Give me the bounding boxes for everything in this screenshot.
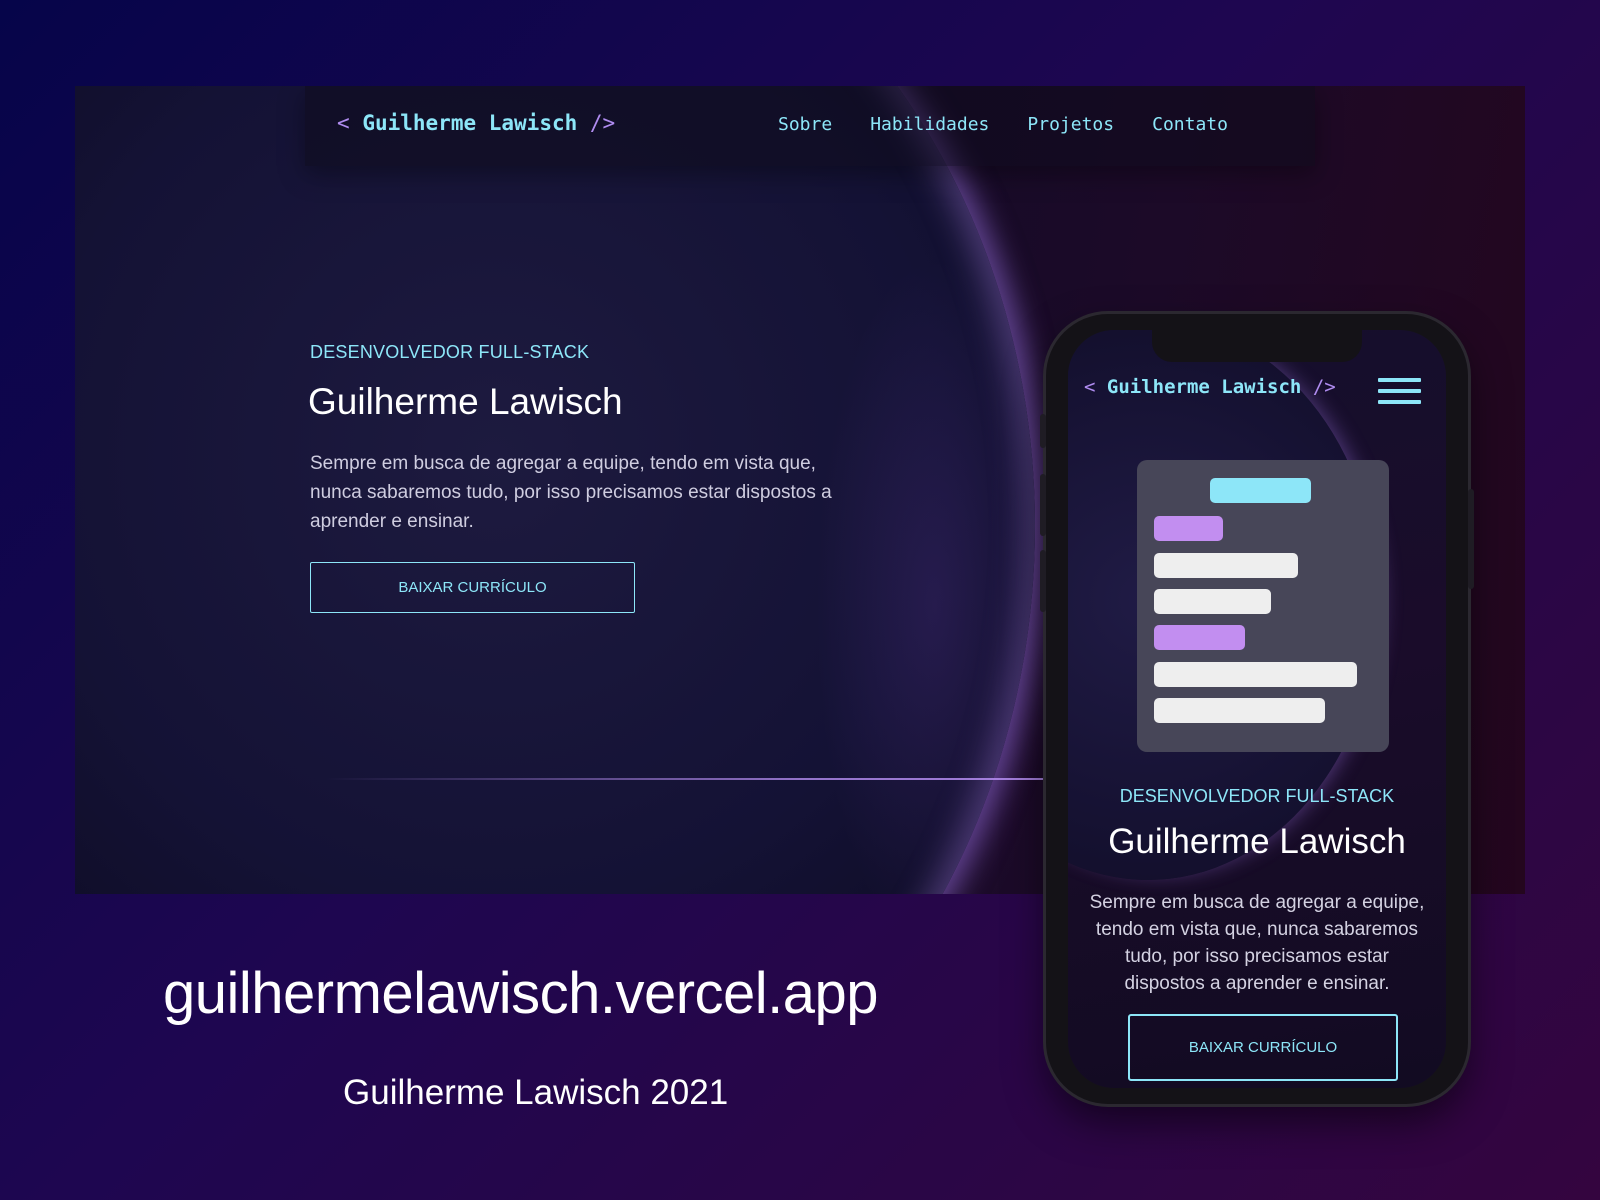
desktop-nav: Sobre Habilidades Projetos Contato bbox=[778, 114, 1266, 135]
logo-open-bracket: < bbox=[337, 111, 350, 135]
hero-title: Guilherme Lawisch bbox=[308, 381, 623, 422]
mobile-hero-title: Guilherme Lawisch bbox=[1108, 822, 1406, 861]
footer-credit: Guilherme Lawisch 2021 bbox=[343, 1073, 729, 1112]
hero-description: Sempre em busca de agregar a equipe, ten… bbox=[310, 453, 832, 532]
hamburger-icon[interactable] bbox=[1378, 378, 1421, 410]
phone-mute-switch bbox=[1040, 414, 1046, 448]
site-url: guilhermelawisch.vercel.app bbox=[163, 961, 879, 1026]
code-line bbox=[1154, 589, 1271, 614]
logo-name: Guilherme Lawisch bbox=[362, 111, 578, 135]
code-illustration bbox=[1137, 460, 1389, 752]
desktop-logo[interactable]: < Guilherme Lawisch /> bbox=[337, 111, 615, 135]
code-line bbox=[1154, 662, 1357, 687]
code-line-cyan bbox=[1210, 478, 1311, 503]
code-line bbox=[1154, 698, 1325, 723]
logo-close-bracket: /> bbox=[589, 111, 616, 135]
mobile-hero-subtitle: DESENVOLVEDOR FULL-STACK bbox=[1119, 786, 1395, 806]
planet-glow bbox=[815, 256, 1055, 894]
nav-link-contato[interactable]: Contato bbox=[1152, 114, 1228, 135]
mobile-download-resume-button[interactable]: BAIXAR CURRÍCULO bbox=[1128, 1014, 1398, 1081]
mobile-hero-description: Sempre em busca de agregar a equipe, ten… bbox=[1089, 892, 1425, 994]
nav-link-habilidades[interactable]: Habilidades bbox=[870, 114, 989, 135]
phone-power-button bbox=[1468, 489, 1474, 589]
hero-subtitle: DESENVOLVEDOR FULL-STACK bbox=[310, 342, 590, 362]
nav-link-projetos[interactable]: Projetos bbox=[1027, 114, 1114, 135]
code-line-purple bbox=[1154, 516, 1223, 541]
phone-notch bbox=[1152, 330, 1362, 362]
phone-volume-up bbox=[1040, 474, 1046, 536]
divider-line bbox=[325, 778, 1125, 780]
mobile-logo[interactable]: < Guilherme Lawisch /> bbox=[1084, 376, 1336, 398]
phone-mockup: < Guilherme Lawisch /> DESENVOLVEDOR FUL… bbox=[1040, 314, 1474, 1104]
phone-volume-down bbox=[1040, 550, 1046, 612]
mobile-logo-open-bracket: < bbox=[1084, 376, 1096, 398]
phone-screen: < Guilherme Lawisch /> DESENVOLVEDOR FUL… bbox=[1068, 330, 1446, 1088]
mobile-logo-name: Guilherme Lawisch bbox=[1106, 376, 1302, 398]
code-line-purple bbox=[1154, 625, 1245, 650]
nav-link-sobre[interactable]: Sobre bbox=[778, 114, 832, 135]
download-resume-button[interactable]: BAIXAR CURRÍCULO bbox=[310, 562, 635, 613]
code-line bbox=[1154, 553, 1298, 578]
mobile-logo-close-bracket: /> bbox=[1312, 376, 1336, 398]
